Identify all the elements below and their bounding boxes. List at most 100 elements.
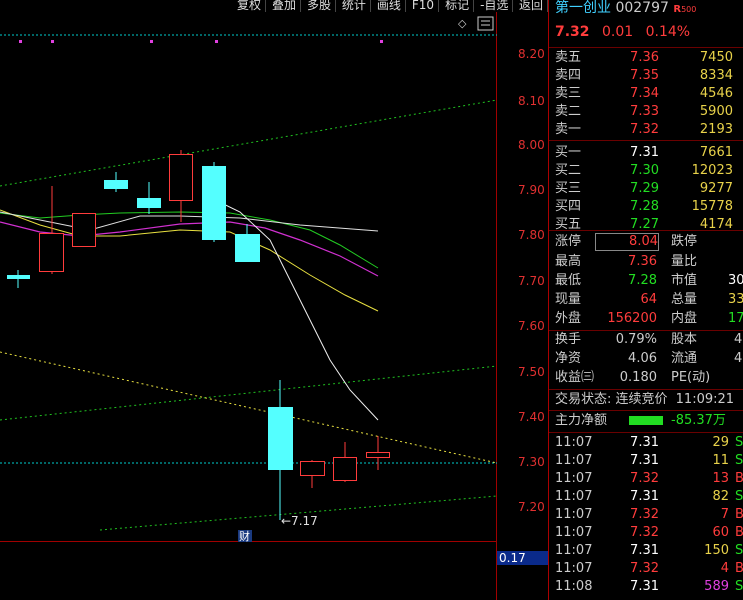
candle bbox=[137, 198, 161, 208]
divider bbox=[549, 410, 743, 411]
outer-label: 外盘 bbox=[555, 311, 582, 326]
tick-volume: 82 bbox=[712, 489, 729, 504]
level-price: 7.32 bbox=[630, 122, 659, 138]
divider bbox=[549, 47, 743, 48]
quote-panel: 第一创业 002797 R500 7.32 0.01 0.14% 卖五 7.36 7… bbox=[548, 0, 743, 600]
divider bbox=[549, 389, 743, 390]
mark-button[interactable]: 标记 bbox=[439, 0, 475, 12]
stock-header: 第一创业 002797 R500 bbox=[555, 0, 696, 17]
tick-time: 11:07 bbox=[555, 507, 593, 522]
tick-price: 7.31 bbox=[630, 435, 659, 450]
level-volume: 5900 bbox=[699, 104, 733, 120]
price-tick: 7.40 bbox=[518, 410, 545, 424]
price-tick: 7.60 bbox=[518, 319, 545, 333]
margin-tag: R bbox=[673, 4, 682, 15]
tick-volume: 589 bbox=[704, 579, 729, 594]
ask-level-row[interactable]: 卖三 7.34 4546 bbox=[555, 85, 740, 103]
candlestick-chart[interactable]: ←7.17 财 ◇ bbox=[0, 12, 497, 600]
tick-price: 7.32 bbox=[630, 561, 659, 576]
f10-button[interactable]: F10 bbox=[406, 0, 440, 12]
float-label: 流通 bbox=[671, 351, 698, 366]
level-volume: 15778 bbox=[691, 198, 733, 214]
tick-side: B bbox=[735, 507, 743, 522]
float-value: 4 bbox=[734, 351, 743, 366]
mktcap-label: 市值 bbox=[671, 273, 698, 288]
bid-level-row[interactable]: 买四 7.28 15778 bbox=[555, 198, 740, 216]
price-tick: 7.50 bbox=[518, 365, 545, 379]
level-label: 卖三 bbox=[555, 86, 582, 102]
net-flow-bar bbox=[629, 416, 663, 425]
net-flow-value: -85.37万 bbox=[671, 413, 726, 428]
candle bbox=[333, 457, 357, 481]
candle bbox=[72, 213, 96, 247]
candle bbox=[169, 154, 193, 201]
tick-volume: 11 bbox=[712, 453, 729, 468]
eps-label: 收益㈢ bbox=[555, 370, 595, 385]
limit-up-label: 涨停 bbox=[555, 234, 582, 249]
overlay-button[interactable]: 叠加 bbox=[266, 0, 301, 12]
outer-inner-row: 外盘 156200 内盘 17 bbox=[555, 310, 743, 328]
tick-time: 11:08 bbox=[555, 579, 593, 594]
bid-level-row[interactable]: 买三 7.29 9277 bbox=[555, 180, 740, 198]
low-price-marker: ←7.17 bbox=[281, 514, 318, 528]
cur-vol-value: 64 bbox=[640, 292, 657, 307]
bid-level-row[interactable]: 买二 7.30 12023 bbox=[555, 162, 740, 180]
panel-toggle-icon[interactable] bbox=[477, 16, 494, 31]
tick-time: 11:07 bbox=[555, 561, 593, 576]
tick-side: S bbox=[735, 543, 743, 558]
main-net-flow: 主力净额 -85.37万 bbox=[555, 412, 743, 430]
diamond-icon[interactable]: ◇ bbox=[458, 17, 467, 30]
candle bbox=[7, 275, 30, 279]
tick-side: S bbox=[735, 579, 743, 594]
limit-row: 涨停 8.04 跌停 bbox=[555, 233, 740, 251]
tick-side: B bbox=[735, 561, 743, 576]
divider bbox=[549, 432, 743, 433]
draw-line-button[interactable]: 画线 bbox=[371, 0, 406, 12]
stock-name[interactable]: 第一创业 bbox=[555, 0, 611, 16]
chart-toolbar: 复权 叠加 多股 统计 画线 F10 标记 -自选 返回 bbox=[231, 0, 548, 12]
tick-side: S bbox=[735, 435, 743, 450]
level-label: 卖二 bbox=[555, 104, 582, 120]
tick-price: 7.31 bbox=[630, 489, 659, 504]
bid-level-row[interactable]: 买五 7.27 4174 bbox=[555, 216, 740, 234]
remove-watchlist-button[interactable]: -自选 bbox=[474, 0, 514, 12]
candle bbox=[235, 234, 260, 262]
tick-time: 11:07 bbox=[555, 543, 593, 558]
tick-price: 7.31 bbox=[630, 543, 659, 558]
tick-row: 11:07 7.31 29 S bbox=[555, 434, 743, 452]
multi-stock-button[interactable]: 多股 bbox=[301, 0, 336, 12]
low-value: 7.28 bbox=[628, 273, 657, 288]
tick-row: 11:07 7.31 150 S bbox=[555, 542, 743, 560]
ask-level-row[interactable]: 卖五 7.36 7450 bbox=[555, 49, 740, 67]
level-price: 7.36 bbox=[630, 50, 659, 65]
shares-label: 股本 bbox=[671, 332, 698, 347]
ask-level-row[interactable]: 卖二 7.33 5900 bbox=[555, 103, 740, 121]
low-label: 最低 bbox=[555, 273, 582, 288]
tick-time: 11:07 bbox=[555, 471, 593, 486]
limit-down-label: 跌停 bbox=[671, 234, 698, 249]
ask-level-row[interactable]: 卖四 7.35 8334 bbox=[555, 67, 740, 85]
eps-value: 0.180 bbox=[619, 370, 657, 385]
level-volume: 8334 bbox=[699, 68, 733, 84]
divider bbox=[549, 230, 743, 231]
level-price: 7.35 bbox=[630, 68, 659, 84]
tick-row: 11:07 7.32 7 B bbox=[555, 506, 743, 524]
inner-value: 17 bbox=[728, 311, 743, 326]
ask-level-row[interactable]: 卖一 7.32 2193 bbox=[555, 121, 740, 139]
tick-time: 11:07 bbox=[555, 489, 593, 504]
back-button[interactable]: 返回 bbox=[513, 0, 548, 12]
bid-level-row[interactable]: 买一 7.31 7661 bbox=[555, 144, 740, 162]
tick-volume: 4 bbox=[720, 561, 729, 576]
tick-row: 11:07 7.32 4 B bbox=[555, 560, 743, 578]
tick-price: 7.32 bbox=[630, 507, 659, 522]
statistics-button[interactable]: 统计 bbox=[336, 0, 371, 12]
tick-row: 11:08 7.31 589 S bbox=[555, 578, 743, 596]
tick-volume: 60 bbox=[712, 525, 729, 540]
price-tick: 8.00 bbox=[518, 138, 545, 152]
restore-rights-button[interactable]: 复权 bbox=[231, 0, 266, 12]
level-volume: 4174 bbox=[699, 216, 733, 232]
tick-time: 11:07 bbox=[555, 435, 593, 450]
level-price: 7.29 bbox=[630, 180, 659, 196]
turnover-label: 换手 bbox=[555, 332, 582, 347]
tick-volume: 7 bbox=[720, 507, 729, 522]
